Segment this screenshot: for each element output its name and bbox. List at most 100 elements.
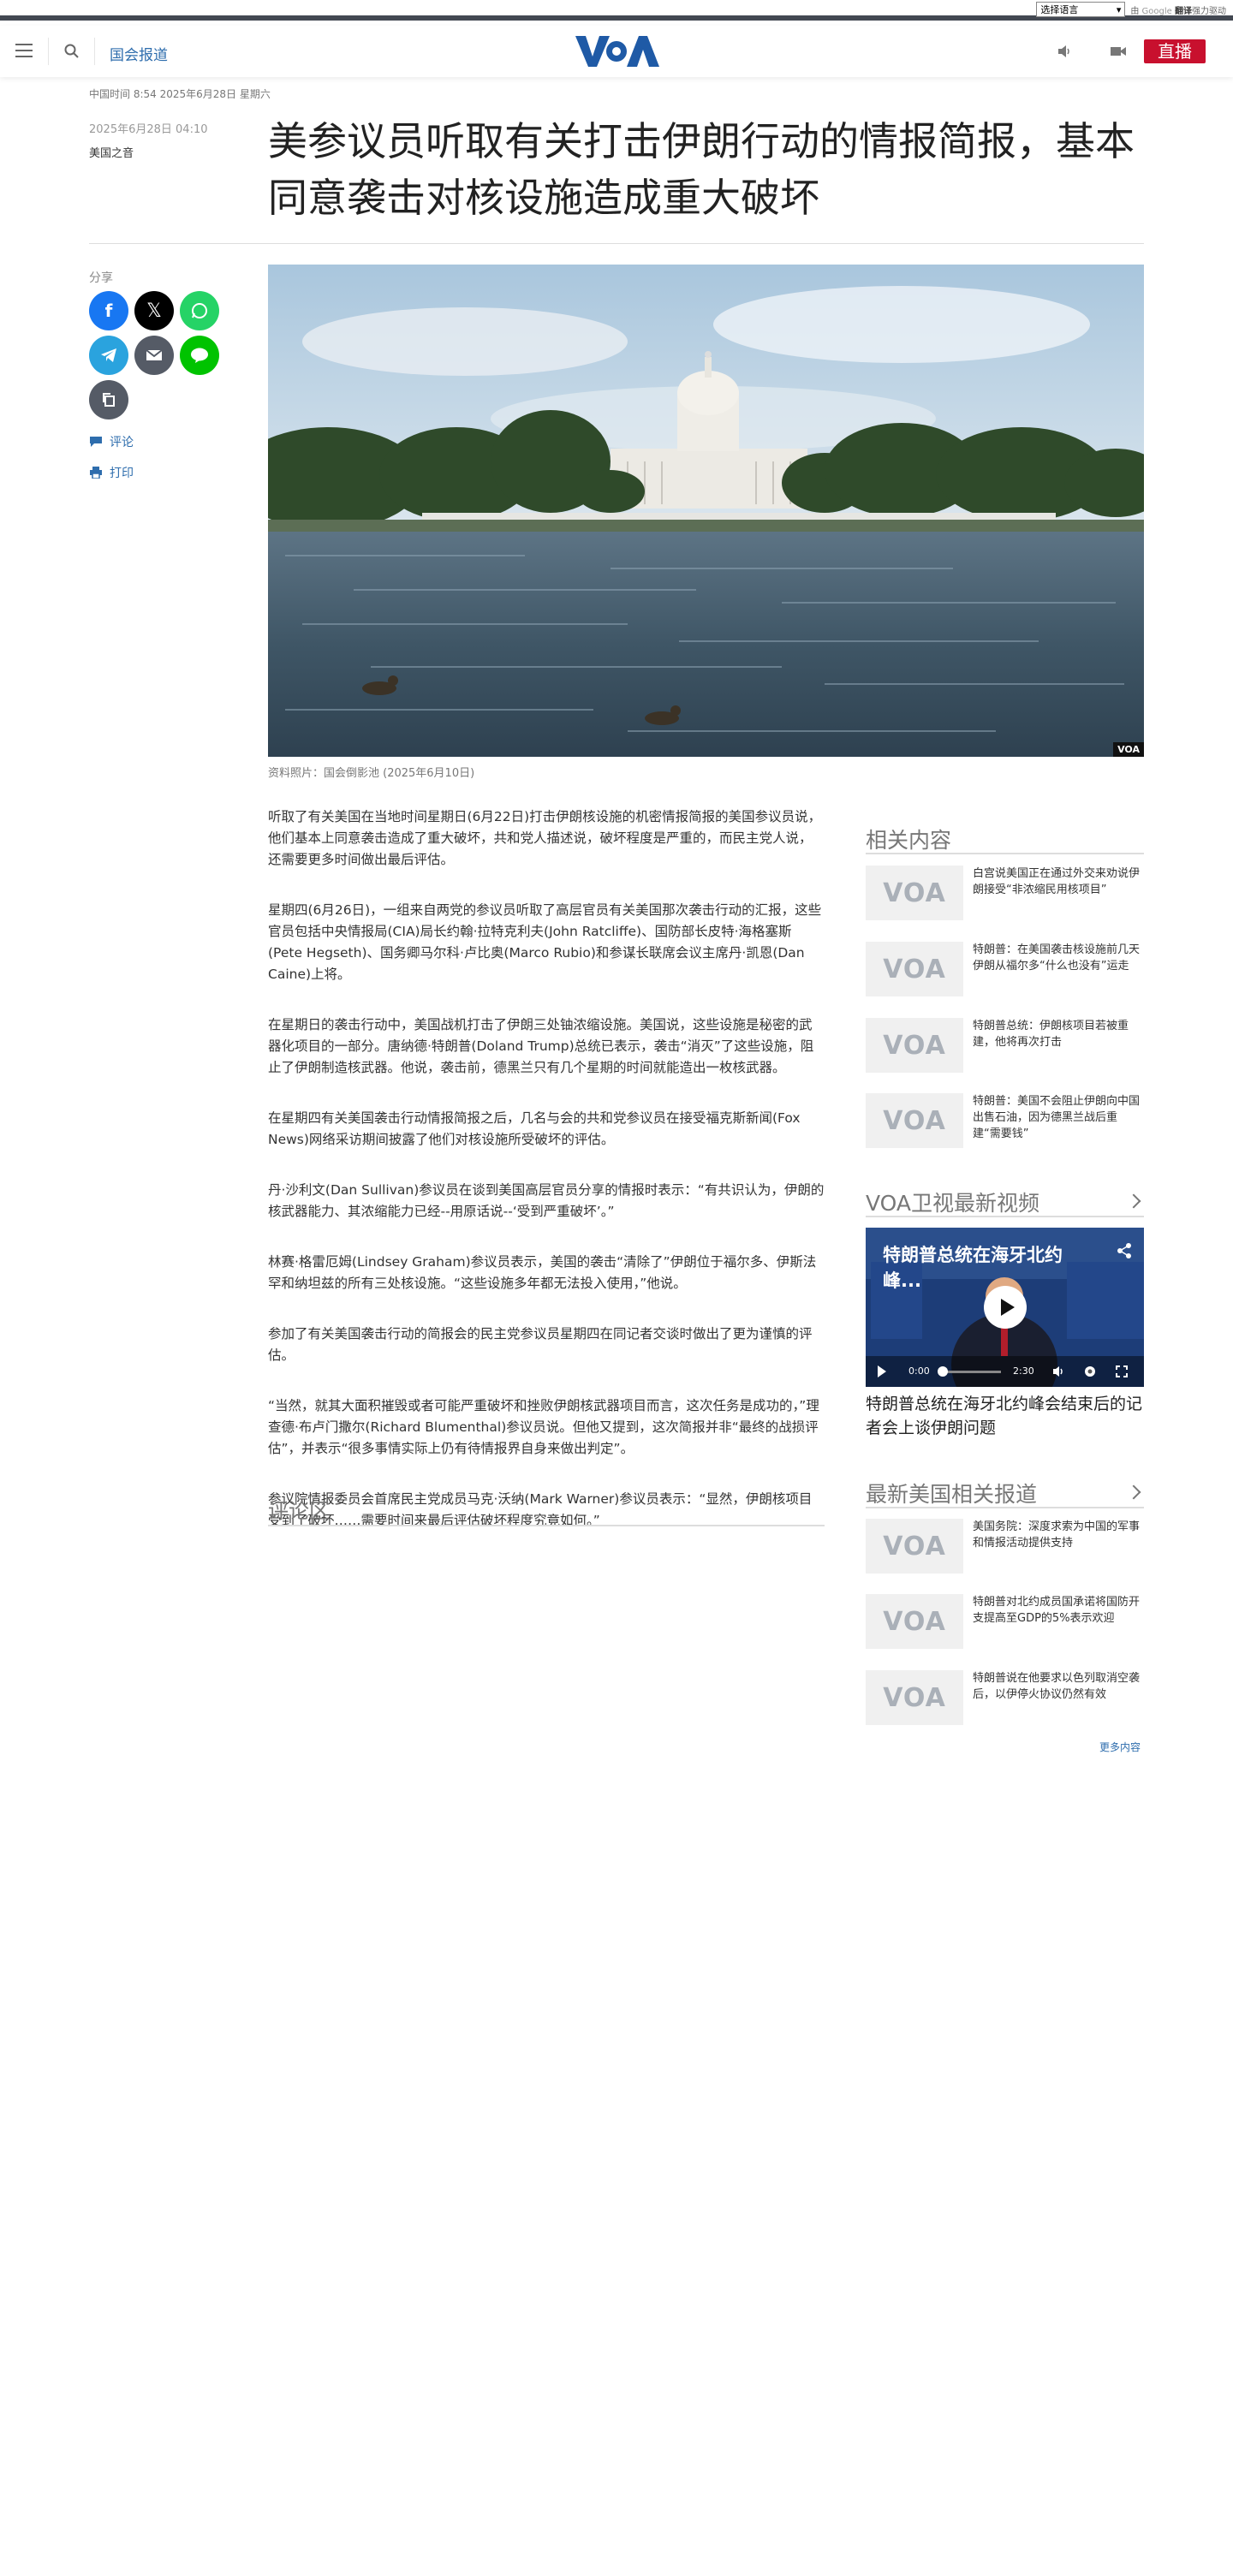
video-caption[interactable]: 特朗普总统在海牙北约峰会结束后的记者会上谈伊朗问题 bbox=[866, 1392, 1144, 1440]
article-paragraph: 在星期四有关美国袭击行动情报简报之后，几名与会的共和党参议员在接受福克斯新闻(F… bbox=[268, 1110, 801, 1147]
capitol-reflecting-pool-photo bbox=[268, 265, 1144, 757]
voa-logo: VOA bbox=[883, 1030, 946, 1061]
video-current-time: 0:00 bbox=[908, 1365, 930, 1377]
print-link[interactable]: 打印 bbox=[89, 464, 134, 481]
thumbnail: VOA bbox=[866, 1018, 963, 1073]
divider bbox=[48, 38, 49, 65]
article-paragraph: 丹·沙利文(Dan Sullivan)参议员在谈到美国高层官员分享的情报时表示：… bbox=[268, 1182, 825, 1219]
related-item-title: 特朗普：在美国袭击核设施前几天伊朗从福尔多“什么也没有”运走 bbox=[973, 943, 1141, 973]
article-hero-image: VOA bbox=[268, 265, 1144, 757]
video-icon[interactable] bbox=[1110, 45, 1127, 58]
voa-logo[interactable] bbox=[574, 34, 659, 68]
article-paragraph: 参加了有关美国袭击行动的简报会的民主党参议员星期四在同记者交谈时做出了更为谨慎的… bbox=[268, 1326, 813, 1363]
article-paragraph: 在星期日的袭击行动中，美国战机打击了伊朗三处铀浓缩设施。美国说，这些设施是秘密的… bbox=[268, 1017, 814, 1075]
x-icon: 𝕏 bbox=[146, 300, 162, 322]
article-body: 听取了有关美国在当地时间星期日(6月22日)打击伊朗核设施的机密情报简报的美国参… bbox=[268, 806, 825, 1561]
section-link[interactable]: 国会报道 bbox=[110, 43, 168, 64]
language-select-label: 选择语言 bbox=[1040, 4, 1079, 15]
share-icon[interactable] bbox=[1117, 1243, 1132, 1258]
play-icon[interactable] bbox=[878, 1365, 886, 1377]
comments-heading: 评论区 bbox=[268, 1499, 330, 1523]
thumbnail: VOA bbox=[866, 1519, 963, 1574]
related-item-title: 白宫说美国正在通过外交来劝说伊朗接受“非浓缩民用核项目” bbox=[973, 867, 1141, 896]
facebook-share-button[interactable]: f bbox=[89, 291, 128, 330]
latest-item-title: 美国务院：深度求索为中国的军事和情报活动提供支持 bbox=[973, 1520, 1141, 1550]
voa-logo: VOA bbox=[883, 1682, 946, 1713]
share-label: 分享 bbox=[89, 271, 113, 285]
video-progress-bar[interactable] bbox=[941, 1371, 1001, 1373]
comment-icon bbox=[90, 437, 102, 447]
divider bbox=[268, 1525, 825, 1526]
whatsapp-icon bbox=[192, 303, 207, 318]
telegram-share-button[interactable] bbox=[89, 336, 128, 375]
current-time: 中国时间 8:54 2025年6月28日 星期六 bbox=[89, 88, 271, 100]
email-share-button[interactable] bbox=[134, 336, 174, 375]
email-icon bbox=[146, 349, 163, 360]
image-caption: 资料照片：国会倒影池 (2025年6月10日) bbox=[268, 767, 475, 780]
live-button[interactable]: 直播 bbox=[1144, 39, 1206, 63]
article-paragraph: “当然，就其大面积摧毁或者可能严重破坏和挫败伊朗核武器项目而言，这次任务是成功的… bbox=[268, 1398, 819, 1456]
article-paragraph: 星期四(6月26日)，一组来自两党的参议员听取了高层官员有关美国那次袭击行动的汇… bbox=[268, 902, 822, 982]
article-paragraph: 林赛·格雷厄姆(Lindsey Graham)参议员表示，美国的袭击“清除了”伊… bbox=[268, 1254, 817, 1291]
video-player[interactable]: 特朗普总统在海牙北约峰... 0:00 2:30 bbox=[866, 1228, 1144, 1387]
telegram-icon bbox=[101, 348, 116, 362]
divider bbox=[94, 38, 95, 65]
related-item-title: 特朗普总统：伊朗核项目若被重建，他将再次打击 bbox=[973, 1020, 1129, 1049]
copy-link-button[interactable] bbox=[89, 380, 128, 419]
publish-date: 2025年6月28日 04:10 bbox=[89, 123, 208, 136]
voa-logo: VOA bbox=[883, 1531, 946, 1562]
article-paragraph: 听取了有关美国在当地时间星期日(6月22日)打击伊朗核设施的机密情报简报的美国参… bbox=[268, 809, 822, 867]
article-headline: 美参议员听取有关打击伊朗行动的情报简报，基本同意袭击对核设施造成重大破坏 bbox=[268, 118, 1135, 221]
video-heading[interactable]: VOA卫视最新视频 bbox=[866, 1187, 1039, 1217]
thumbnail: VOA bbox=[866, 1594, 963, 1649]
divider bbox=[866, 1216, 1144, 1217]
line-icon bbox=[191, 348, 208, 363]
translate-bar: 选择语言 ▾ 由 Google 翻译强力驱动 bbox=[0, 0, 1233, 21]
related-item[interactable]: VOA 特朗普：在美国袭击核设施前几天伊朗从福尔多“什么也没有”运走 bbox=[866, 942, 1144, 998]
menu-icon[interactable] bbox=[15, 44, 33, 57]
related-item[interactable]: VOA 白宫说美国正在通过外交来劝说伊朗接受“非浓缩民用核项目” bbox=[866, 866, 1144, 922]
related-item-title: 特朗普：美国不会阻止伊朗向中国出售石油，因为德黑兰战后重建“需要钱” bbox=[973, 1095, 1141, 1140]
copy-icon bbox=[103, 393, 115, 407]
divider bbox=[866, 1507, 1144, 1508]
chevron-right-icon[interactable] bbox=[1126, 1484, 1141, 1500]
fullscreen-icon[interactable] bbox=[1116, 1365, 1128, 1377]
play-button[interactable] bbox=[984, 1286, 1027, 1329]
related-item[interactable]: VOA 特朗普：美国不会阻止伊朗向中国出售石油，因为德黑兰战后重建“需要钱” bbox=[866, 1093, 1144, 1150]
translate-label: 翻译 bbox=[1175, 6, 1192, 16]
more-link[interactable]: 更多内容 bbox=[1099, 1740, 1141, 1754]
search-icon[interactable] bbox=[63, 43, 80, 60]
author[interactable]: 美国之音 bbox=[89, 144, 134, 160]
whatsapp-share-button[interactable] bbox=[180, 291, 219, 330]
comment-link-label: 评论 bbox=[110, 436, 134, 449]
translate-by: 由 bbox=[1130, 6, 1140, 16]
speaker-icon[interactable] bbox=[1057, 45, 1074, 58]
latest-item[interactable]: VOA 特朗普对北约成员国承诺将国防开支提高至GDP的5%表示欢迎 bbox=[866, 1594, 1144, 1651]
related-item[interactable]: VOA 特朗普总统：伊朗核项目若被重建，他将再次打击 bbox=[866, 1018, 1144, 1074]
site-header: 国会报道 直播 bbox=[0, 26, 1233, 77]
facebook-icon: f bbox=[104, 300, 113, 321]
voa-logo: VOA bbox=[883, 878, 946, 908]
translate-credit: 由 Google 翻译强力驱动 bbox=[1130, 3, 1226, 16]
x-share-button[interactable]: 𝕏 bbox=[134, 291, 174, 330]
video-title: 特朗普总统在海牙北约峰... bbox=[883, 1245, 1063, 1291]
divider bbox=[866, 853, 1144, 854]
latest-item[interactable]: VOA 美国务院：深度求索为中国的军事和情报活动提供支持 bbox=[866, 1519, 1144, 1575]
related-heading: 相关内容 bbox=[866, 828, 952, 853]
voa-logo: VOA bbox=[883, 1606, 946, 1637]
volume-icon[interactable] bbox=[1052, 1365, 1066, 1377]
powered-label: 强力驱动 bbox=[1192, 6, 1226, 16]
video-progress-handle[interactable] bbox=[938, 1366, 948, 1377]
chevron-right-icon[interactable] bbox=[1126, 1193, 1141, 1209]
voa-logo: VOA bbox=[883, 1105, 946, 1136]
latest-heading[interactable]: 最新美国相关报道 bbox=[866, 1478, 1037, 1508]
line-share-button[interactable] bbox=[180, 336, 219, 375]
print-icon bbox=[90, 467, 102, 479]
latest-item[interactable]: VOA 特朗普说在他要求以色列取消空袭后，以伊停火协议仍然有效 bbox=[866, 1670, 1144, 1727]
image-watermark: VOA bbox=[1113, 742, 1144, 757]
divider bbox=[89, 243, 1144, 244]
language-select[interactable]: 选择语言 ▾ bbox=[1036, 2, 1126, 17]
print-link-label: 打印 bbox=[110, 467, 134, 480]
comment-link[interactable]: 评论 bbox=[89, 433, 134, 450]
settings-icon[interactable] bbox=[1083, 1365, 1097, 1378]
